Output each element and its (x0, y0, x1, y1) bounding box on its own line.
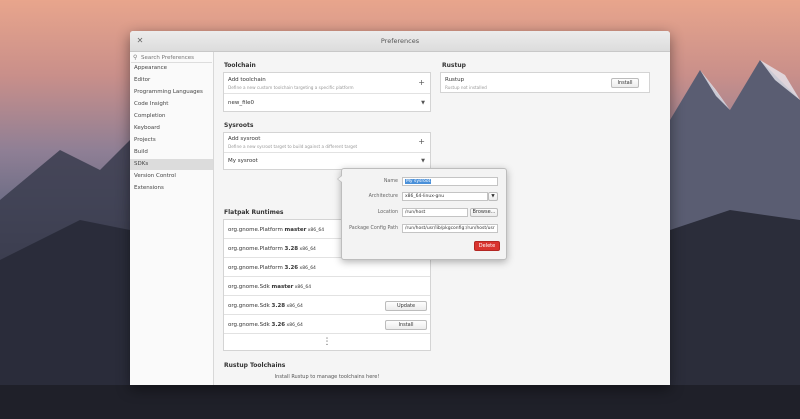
runtime-branch: master (271, 284, 294, 290)
sidebar-item-code-insight[interactable]: Code Insight (130, 99, 213, 110)
add-toolchain-row[interactable]: Add toolchain Define a new custom toolch… (224, 73, 430, 94)
runtime-branch: 3.26 (284, 265, 299, 271)
flatpak-title: Flatpak Runtimes (224, 209, 284, 216)
runtime-label: org.gnome.Platform master x86_64 (228, 227, 324, 233)
search-icon: ⚲ (133, 54, 138, 61)
add-sysroot-row[interactable]: Add sysroot Define a new sysroot target … (224, 133, 430, 153)
runtime-name: org.gnome.Sdk (228, 322, 272, 328)
name-field[interactable]: My sysroot (402, 177, 498, 186)
sysroots-panel: Add sysroot Define a new sysroot target … (223, 132, 431, 170)
rustup-name: Rustup (445, 77, 465, 83)
sidebar-item-extensions[interactable]: Extensions (130, 183, 213, 194)
runtime-arch: x86_64 (285, 323, 303, 328)
package-config-path-field[interactable]: /run/host/usr/lib/pkgconfig:/run/host/us… (402, 224, 498, 233)
runtime-name: org.gnome.Platform (228, 265, 285, 271)
sysroot-item-label: My sysroot (228, 158, 258, 164)
delete-button[interactable]: Delete (474, 241, 500, 251)
window-title: Preferences (380, 37, 420, 45)
more-row[interactable]: ⋮ (224, 334, 430, 351)
search-box: ⚲ (131, 53, 212, 63)
rustup-toolchains-message: Install Rustup to manage toolchains here… (274, 374, 380, 380)
runtime-branch: 3.28 (284, 246, 299, 252)
sidebar-item-appearance[interactable]: Appearance (130, 63, 213, 74)
sidebar-item-version-control[interactable]: Version Control (130, 171, 213, 182)
plus-icon[interactable]: + (418, 78, 425, 87)
runtime-arch: x86_64 (285, 304, 303, 309)
sysroot-popover: Name My sysroot Architecture x86_64-linu… (337, 168, 507, 260)
table-row: org.gnome.Sdk 3.26 x86_64 Install (224, 315, 430, 334)
runtime-label: org.gnome.Platform 3.28 x86_64 (228, 246, 316, 252)
install-button[interactable]: Install (385, 320, 427, 330)
table-row: org.gnome.Platform 3.26 x86_64 (224, 258, 430, 277)
sidebar-item-completion[interactable]: Completion (130, 111, 213, 122)
chevron-down-icon[interactable]: ▼ (421, 158, 425, 164)
rustup-title: Rustup (442, 62, 466, 69)
sidebar-item-programming-languages[interactable]: Programming Languages (130, 87, 213, 98)
architecture-value: x86_64-linux-gnu (405, 194, 445, 199)
more-icon[interactable]: ⋮ (323, 337, 332, 347)
package-config-path-label: Package Config Path (349, 226, 398, 231)
table-row: org.gnome.Sdk 3.28 x86_64 Update (224, 296, 430, 315)
runtime-arch: x86_64 (298, 247, 316, 252)
architecture-combo[interactable]: x86_64-linux-gnu (402, 192, 488, 201)
runtime-branch: master (284, 227, 307, 233)
table-row: org.gnome.Sdk master x86_64 (224, 277, 430, 296)
chevron-down-icon[interactable]: ▼ (421, 100, 425, 106)
toolchain-panel: Add toolchain Define a new custom toolch… (223, 72, 431, 112)
runtime-arch: x86_64 (298, 266, 316, 271)
toolchain-item-label: new_file0 (228, 100, 254, 106)
runtime-name: org.gnome.Platform (228, 227, 285, 233)
add-sysroot-desc: Define a new sysroot target to build aga… (228, 144, 358, 149)
architecture-label: Architecture (368, 194, 398, 199)
location-field[interactable]: /run/host (402, 208, 468, 217)
location-value: /run/host (405, 210, 426, 215)
name-label: Name (383, 179, 398, 184)
package-config-path-value: /run/host/usr/lib/pkgconfig:/run/host/us… (405, 226, 495, 231)
runtime-label: org.gnome.Sdk 3.26 x86_64 (228, 322, 303, 328)
chevron-down-icon[interactable]: ▼ (488, 192, 498, 201)
toolchain-item[interactable]: new_file0 ▼ (224, 94, 430, 112)
rustup-toolchains-title: Rustup Toolchains (224, 362, 286, 369)
runtime-arch: x86_64 (293, 285, 312, 290)
popover-arrow-inner (338, 176, 342, 182)
name-value: My sysroot (405, 179, 432, 184)
add-toolchain-desc: Define a new custom toolchain targeting … (228, 85, 354, 90)
runtime-label: org.gnome.Platform 3.26 x86_64 (228, 265, 316, 271)
titlebar: ✕ Preferences (130, 31, 670, 52)
runtime-branch: 3.26 (271, 322, 286, 328)
runtime-label: org.gnome.Sdk 3.28 x86_64 (228, 303, 303, 309)
sidebar-item-sdks[interactable]: SDKs (130, 159, 213, 170)
search-input[interactable] (141, 53, 211, 62)
sidebar-item-build[interactable]: Build (130, 147, 213, 158)
add-toolchain-label: Add toolchain (228, 77, 266, 83)
rustup-status: Rustup not installed (445, 85, 487, 90)
sidebar: ⚲ Appearance Editor Programming Language… (130, 52, 214, 385)
sidebar-item-editor[interactable]: Editor (130, 75, 213, 86)
browse-button[interactable]: Browse... (470, 208, 498, 217)
sidebar-item-projects[interactable]: Projects (130, 135, 213, 146)
rustup-panel: Rustup Rustup not installed Install (440, 72, 650, 93)
location-label: Location (377, 210, 398, 215)
toolchain-title: Toolchain (224, 62, 256, 69)
runtime-label: org.gnome.Sdk master x86_64 (228, 284, 311, 290)
plus-icon[interactable]: + (418, 137, 425, 146)
runtime-branch: 3.28 (271, 303, 286, 309)
runtime-name: org.gnome.Sdk (228, 284, 272, 290)
runtime-name: org.gnome.Platform (228, 246, 285, 252)
sysroots-title: Sysroots (224, 122, 254, 129)
sidebar-item-keyboard[interactable]: Keyboard (130, 123, 213, 134)
rustup-install-button[interactable]: Install (611, 78, 639, 88)
runtime-name: org.gnome.Sdk (228, 303, 272, 309)
update-button[interactable]: Update (385, 301, 427, 311)
add-sysroot-label: Add sysroot (228, 136, 261, 142)
runtime-arch: x86_64 (306, 228, 325, 233)
